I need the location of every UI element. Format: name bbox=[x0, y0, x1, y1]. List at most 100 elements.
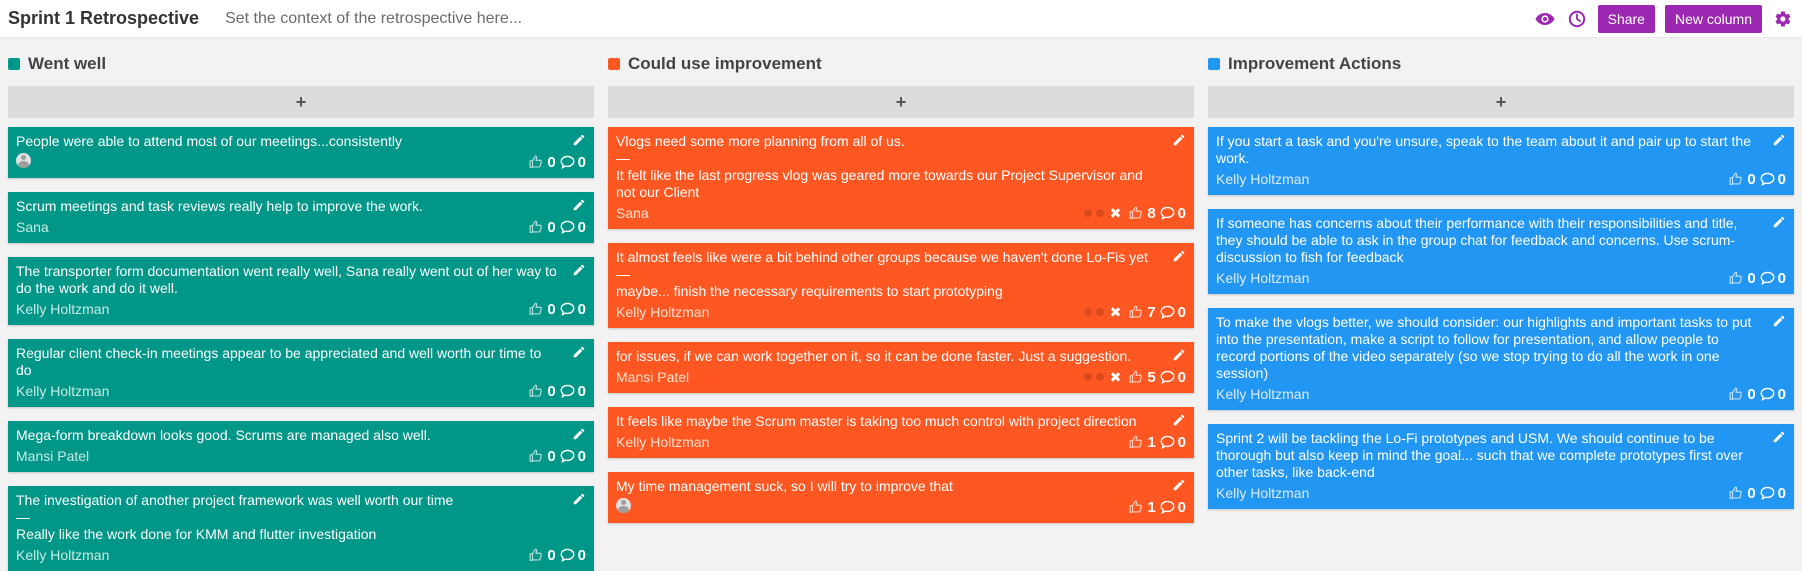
card-actions: 00 bbox=[1729, 171, 1786, 188]
comment-icon[interactable] bbox=[560, 155, 575, 169]
card-footer: 00 bbox=[16, 152, 586, 172]
merge-dot-icon[interactable] bbox=[1095, 308, 1104, 316]
like-count: 0 bbox=[1747, 170, 1756, 188]
retro-card[interactable]: The investigation of another project fra… bbox=[8, 486, 594, 571]
comment-icon[interactable] bbox=[1160, 435, 1175, 449]
retro-card[interactable]: for issues, if we can work together on i… bbox=[608, 342, 1194, 393]
pencil-icon[interactable] bbox=[1172, 348, 1186, 362]
pencil-icon[interactable] bbox=[572, 198, 586, 212]
context-input[interactable] bbox=[223, 8, 1534, 29]
thumbs-up-icon[interactable] bbox=[529, 384, 543, 398]
comment-icon[interactable] bbox=[560, 548, 575, 562]
thumbs-up-icon[interactable] bbox=[529, 449, 543, 463]
comment-icon[interactable] bbox=[560, 384, 575, 398]
card-footer: Sana ✖ 8 0 bbox=[616, 203, 1186, 223]
comment-count: 0 bbox=[1777, 385, 1786, 403]
retro-card[interactable]: Vlogs need some more planning from all o… bbox=[608, 127, 1194, 229]
retro-card[interactable]: My time management suck, so I will try t… bbox=[608, 472, 1194, 523]
comment-icon[interactable] bbox=[1760, 172, 1775, 186]
retro-card[interactable]: Scrum meetings and task reviews really h… bbox=[8, 192, 594, 243]
share-button[interactable]: Share bbox=[1597, 4, 1655, 33]
card-author: Kelly Holtzman bbox=[1216, 170, 1310, 187]
merge-dot-icon[interactable] bbox=[1083, 308, 1092, 316]
retro-card[interactable]: If someone has concerns about their perf… bbox=[1208, 209, 1794, 294]
comment-icon[interactable] bbox=[560, 220, 575, 234]
close-icon[interactable]: ✖ bbox=[1110, 205, 1122, 222]
clock-icon[interactable] bbox=[1566, 8, 1588, 30]
thumbs-up-icon[interactable] bbox=[1129, 435, 1143, 449]
thumbs-up-icon[interactable] bbox=[529, 302, 543, 316]
like-count: 1 bbox=[1147, 498, 1156, 516]
card-footer: Kelly Holtzman ✖ 7 0 bbox=[616, 302, 1186, 322]
pencil-icon[interactable] bbox=[572, 427, 586, 441]
retro-card[interactable]: If you start a task and you're unsure, s… bbox=[1208, 127, 1794, 195]
add-card-button[interactable]: + bbox=[1208, 86, 1794, 118]
pencil-icon[interactable] bbox=[1172, 133, 1186, 147]
merge-dot-icon[interactable] bbox=[1083, 373, 1092, 381]
thumbs-up-icon[interactable] bbox=[1129, 370, 1143, 384]
thumbs-up-icon[interactable] bbox=[529, 220, 543, 234]
gear-icon[interactable] bbox=[1772, 8, 1794, 30]
pencil-icon[interactable] bbox=[572, 345, 586, 359]
retro-card[interactable]: People were able to attend most of our m… bbox=[8, 127, 594, 178]
merge-dot-icon[interactable] bbox=[1083, 209, 1092, 217]
pencil-icon[interactable] bbox=[572, 133, 586, 147]
thumbs-up-icon[interactable] bbox=[1729, 271, 1743, 285]
pencil-icon[interactable] bbox=[1772, 314, 1786, 328]
pencil-icon[interactable] bbox=[572, 263, 586, 277]
comment-icon[interactable] bbox=[560, 449, 575, 463]
thumbs-up-icon[interactable] bbox=[529, 548, 543, 562]
retro-card[interactable]: Regular client check-in meetings appear … bbox=[8, 339, 594, 407]
retro-card[interactable]: Mega-form breakdown looks good. Scrums a… bbox=[8, 421, 594, 472]
column-color-swatch bbox=[608, 58, 620, 70]
pencil-icon[interactable] bbox=[1772, 430, 1786, 444]
close-icon[interactable]: ✖ bbox=[1110, 304, 1122, 321]
column-header: Went well bbox=[8, 50, 594, 78]
pencil-icon[interactable] bbox=[1172, 478, 1186, 492]
comment-icon[interactable] bbox=[1760, 271, 1775, 285]
comment-icon[interactable] bbox=[560, 302, 575, 316]
retro-card[interactable]: To make the vlogs better, we should cons… bbox=[1208, 308, 1794, 410]
comment-count: 0 bbox=[1177, 498, 1186, 516]
pencil-icon[interactable] bbox=[1772, 133, 1786, 147]
close-icon[interactable]: ✖ bbox=[1110, 369, 1122, 386]
pencil-icon[interactable] bbox=[1172, 413, 1186, 427]
comment-count: 0 bbox=[1177, 204, 1186, 222]
comment-icon[interactable] bbox=[1160, 305, 1175, 319]
card-actions: 00 bbox=[529, 547, 586, 564]
card-footer: Mansi Patel ✖ 5 0 bbox=[616, 367, 1186, 387]
new-column-button[interactable]: New column bbox=[1664, 4, 1762, 33]
card-actions: 00 bbox=[1729, 485, 1786, 502]
thumbs-up-icon[interactable] bbox=[1729, 387, 1743, 401]
eye-icon[interactable] bbox=[1534, 8, 1556, 30]
retro-card[interactable]: It feels like maybe the Scrum master is … bbox=[608, 407, 1194, 458]
thumbs-up-icon[interactable] bbox=[1129, 500, 1143, 514]
column-title: Could use improvement bbox=[628, 54, 822, 73]
thumbs-up-icon[interactable] bbox=[529, 155, 543, 169]
card-text: The investigation of another project fra… bbox=[16, 492, 454, 542]
comment-icon[interactable] bbox=[1160, 206, 1175, 220]
thumbs-up-icon[interactable] bbox=[1129, 206, 1143, 220]
retro-card[interactable]: The transporter form documentation went … bbox=[8, 257, 594, 325]
header-actions: Share New column bbox=[1534, 4, 1794, 33]
pencil-icon[interactable] bbox=[1772, 215, 1786, 229]
retro-card[interactable]: It almost feels like were a bit behind o… bbox=[608, 243, 1194, 328]
retro-card[interactable]: Sprint 2 will be tackling the Lo-Fi prot… bbox=[1208, 424, 1794, 509]
comment-icon[interactable] bbox=[1760, 387, 1775, 401]
add-card-button[interactable]: + bbox=[608, 86, 1194, 118]
card-actions: 10 bbox=[1129, 499, 1186, 516]
comment-icon[interactable] bbox=[1760, 486, 1775, 500]
like-count: 0 bbox=[547, 382, 556, 400]
thumbs-up-icon[interactable] bbox=[1129, 305, 1143, 319]
thumbs-up-icon[interactable] bbox=[1729, 172, 1743, 186]
comment-icon[interactable] bbox=[1160, 500, 1175, 514]
card-text: My time management suck, so I will try t… bbox=[616, 478, 953, 494]
comment-count: 0 bbox=[577, 300, 586, 318]
thumbs-up-icon[interactable] bbox=[1729, 486, 1743, 500]
merge-dot-icon[interactable] bbox=[1095, 373, 1104, 381]
merge-dot-icon[interactable] bbox=[1095, 209, 1104, 217]
pencil-icon[interactable] bbox=[572, 492, 586, 506]
add-card-button[interactable]: + bbox=[8, 86, 594, 118]
comment-icon[interactable] bbox=[1160, 370, 1175, 384]
pencil-icon[interactable] bbox=[1172, 249, 1186, 263]
